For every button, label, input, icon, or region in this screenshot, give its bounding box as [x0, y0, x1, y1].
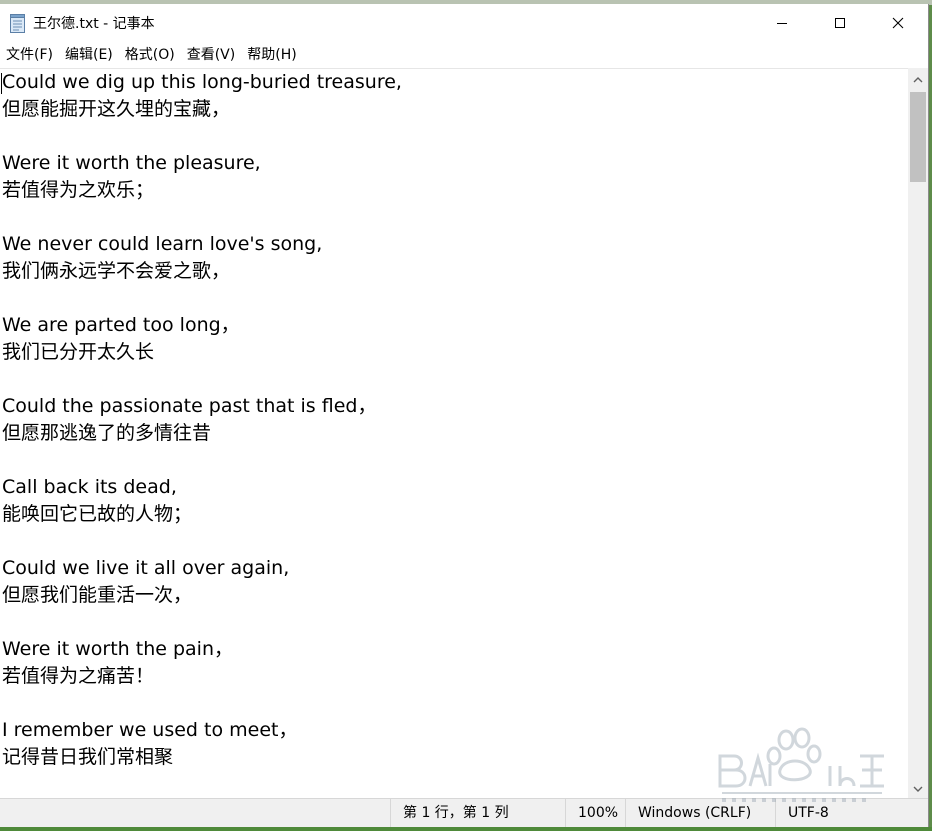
text-line: 若值得为之欢乐； [2, 179, 155, 201]
text-line: 但愿那逃逸了的多情往昔 [2, 422, 212, 444]
menu-file[interactable]: 文件(F) [0, 44, 59, 67]
vertical-scrollbar[interactable] [908, 68, 928, 798]
desktop-background-bottom [0, 827, 932, 831]
scroll-down-button[interactable] [908, 780, 928, 798]
text-line: Were it worth the pain， [2, 638, 234, 660]
text-line: 若值得为之痛苦！ [2, 665, 155, 687]
text-line [2, 366, 902, 393]
text-line [2, 447, 902, 474]
text-line: Were it worth the pleasure, [2, 152, 261, 174]
chevron-down-icon [913, 786, 923, 792]
chevron-up-icon [913, 77, 923, 83]
window-title: 王尔德.txt - 记事本 [33, 16, 155, 32]
maximize-button[interactable] [811, 4, 869, 42]
menu-bar: 文件(F) 编辑(E) 格式(O) 查看(V) 帮助(H) [0, 44, 928, 67]
text-editor[interactable]: Could we dig up this long-buried treasur… [0, 68, 908, 799]
text-line [2, 690, 902, 717]
minimize-icon [777, 23, 787, 24]
maximize-icon [835, 18, 845, 28]
text-line: We are parted too long， [2, 314, 240, 336]
text-line [2, 609, 902, 636]
text-line: 我们俩永远学不会爱之歌， [2, 260, 231, 282]
notepad-icon[interactable] [9, 14, 26, 33]
cursor-position: 第 1 行，第 1 列 [390, 799, 566, 827]
text-line [2, 204, 902, 231]
text-line [2, 123, 902, 150]
baidu-jingyan-logo [718, 727, 884, 802]
menu-view[interactable]: 查看(V) [181, 44, 242, 67]
text-line: Could we live it all over again, [2, 557, 290, 579]
text-line: Call back its dead, [2, 476, 177, 498]
menu-edit[interactable]: 编辑(E) [59, 44, 119, 67]
minimize-button[interactable] [753, 4, 811, 42]
title-bar[interactable]: 王尔德.txt - 记事本 [0, 4, 928, 42]
text-line: 但愿我们能重活一次， [2, 584, 193, 606]
scroll-up-button[interactable] [908, 71, 928, 89]
notepad-window: 王尔德.txt - 记事本 文件(F) 编辑(E) 格式(O) 查看(V) 帮助… [0, 4, 929, 827]
text-line: Could we dig up this long-buried treasur… [2, 71, 402, 93]
close-button[interactable] [869, 4, 927, 42]
text-line: 但愿能掘开这久埋的宝藏， [2, 98, 231, 120]
text-line: We never could learn love's song, [2, 233, 323, 255]
menu-help[interactable]: 帮助(H) [241, 44, 302, 67]
document-text[interactable]: Could we dig up this long-buried treasur… [2, 69, 902, 771]
menu-format[interactable]: 格式(O) [119, 44, 181, 67]
close-icon [892, 17, 904, 29]
text-line: Could the passionate past that is fled， [2, 395, 377, 417]
text-line [2, 285, 902, 312]
text-line: 我们已分开太久长 [2, 341, 155, 363]
scroll-thumb[interactable] [910, 92, 926, 182]
text-line [2, 528, 902, 555]
text-line: 能唤回它已故的人物； [2, 503, 193, 525]
zoom-level: 100% [565, 799, 628, 827]
